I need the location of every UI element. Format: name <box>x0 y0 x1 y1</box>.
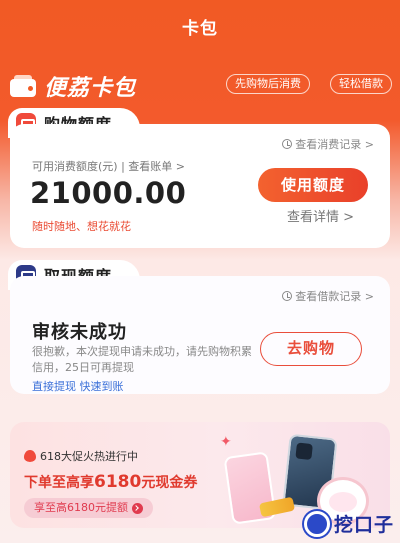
use-credit-button[interactable]: 使用额度 <box>258 168 368 202</box>
quick-withdraw-links[interactable]: 直接提现 快速到账 <box>32 378 124 394</box>
cash-credit-card: 查看借款记录 > 审核未成功 很抱歉，本次提现申请未成功，请先购物积累信用，25… <box>10 276 390 394</box>
watermark: 挖口子 <box>303 510 394 537</box>
watermark-logo-icon <box>303 510 330 537</box>
card-wallet-page: 卡包 便荔卡包 先购物后消费 轻松借款 购物额度 查看消费记录 > 可用消费额度… <box>0 0 400 543</box>
go-shopping-button[interactable]: 去购物 <box>260 332 362 366</box>
view-spending-records-link[interactable]: 查看消费记录 > <box>282 136 374 152</box>
clock-icon <box>282 139 293 149</box>
fire-icon <box>24 450 36 462</box>
available-credit-label[interactable]: 可用消费额度(元) | 查看账单 > <box>32 158 185 174</box>
promo-title-prefix: 下单至高享 <box>24 475 94 491</box>
slogan-text: 随时随地、想花就花 <box>32 220 131 233</box>
page-title: 卡包 <box>182 19 218 39</box>
promo-title-amount: 6180 <box>94 472 142 492</box>
view-loan-records-label: 查看借款记录 > <box>295 290 374 303</box>
view-spending-records-label: 查看消费记录 > <box>295 138 374 151</box>
easy-loan-pill[interactable]: 轻松借款 <box>330 74 392 94</box>
available-credit-amount: 21000.00 <box>30 176 187 210</box>
review-status-title: 审核未成功 <box>32 322 127 343</box>
view-details-link[interactable]: 查看详情 > <box>287 206 354 225</box>
wallet-icon <box>10 75 36 97</box>
review-status-description: 很抱歉，本次提现申请未成功，请先购物积累信用，25日可再提现 <box>32 345 252 374</box>
buy-now-pay-later-pill[interactable]: 先购物后消费 <box>226 74 310 94</box>
promo-button-label: 享至高6180元提额 <box>34 501 128 514</box>
shopping-credit-card: 查看消费记录 > 可用消费额度(元) | 查看账单 > 21000.00 随时随… <box>10 124 390 248</box>
clock-icon <box>282 291 293 301</box>
view-loan-records-link[interactable]: 查看借款记录 > <box>282 288 374 304</box>
watermark-text: 挖口子 <box>333 514 394 536</box>
arrow-right-icon <box>132 502 143 514</box>
promo-title-suffix: 元现金券 <box>141 475 198 491</box>
promo-tag-label: 618大促火热进行中 <box>40 450 138 463</box>
brand-name: 便荔卡包 <box>44 76 137 101</box>
promo-title: 下单至高享6180元现金券 <box>24 472 197 492</box>
sparkle-icon: ✦ <box>220 434 232 450</box>
promo-tag: 618大促火热进行中 <box>24 448 138 464</box>
brand-header: 便荔卡包 <box>10 70 136 102</box>
promo-raise-limit-button[interactable]: 享至高6180元提额 <box>24 498 153 518</box>
